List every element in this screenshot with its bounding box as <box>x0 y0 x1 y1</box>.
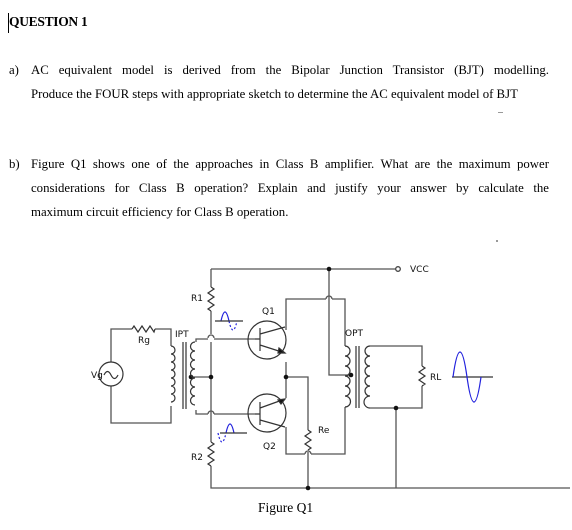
junction-dot <box>208 374 214 380</box>
output-transformer-opt <box>344 345 371 409</box>
waveform-q2-negative <box>217 432 227 443</box>
label-q2: Q2 <box>263 442 276 452</box>
waveform-q1-positive <box>220 311 230 322</box>
junction-dot <box>305 485 311 491</box>
waveform-q1-negative <box>228 320 238 331</box>
wire-q1-collector <box>285 298 346 346</box>
wire-crossover <box>207 334 215 339</box>
wire-q1-base <box>195 338 255 342</box>
wire-vg-bottom <box>110 386 172 424</box>
resistor-re <box>303 429 313 451</box>
ipt-primary-coil <box>170 345 176 403</box>
label-r1: R1 <box>191 294 203 304</box>
ipt-core <box>182 342 187 409</box>
label-rl: RL <box>430 373 441 383</box>
opt-core <box>355 346 360 408</box>
label-vcc: VCC <box>410 265 429 275</box>
label-opt: OPT <box>345 329 364 339</box>
wire-re-top <box>286 376 309 430</box>
junction-dot <box>326 266 332 272</box>
resistor-r2 <box>206 441 216 467</box>
figure-q1-schematic: VCC R1 R2 Rg Vg IPT OPT Q1 Q2 Re RL <box>91 265 570 491</box>
opt-secondary-coil <box>363 345 371 409</box>
resistor-r1 <box>206 286 216 312</box>
wire-rl-loop <box>370 345 423 409</box>
label-vg: Vg <box>91 371 103 381</box>
label-ipt: IPT <box>175 330 189 340</box>
label-re: Re <box>318 426 330 436</box>
resistor-rg <box>131 324 156 334</box>
ipt-secondary-coil <box>189 341 196 406</box>
transistor-q2-icon <box>247 393 287 433</box>
figure-caption: Figure Q1 <box>258 500 314 515</box>
wire-q2-collector <box>285 407 346 455</box>
resistor-rl <box>417 365 427 387</box>
junction-dot <box>393 405 399 411</box>
wire-ground-rail <box>210 466 570 489</box>
waveform-q2-positive <box>225 423 235 434</box>
label-r2: R2 <box>191 453 203 463</box>
input-transformer-ipt <box>170 341 196 409</box>
label-rg: Rg <box>138 336 150 346</box>
transistor-q1-icon <box>247 320 287 360</box>
wires <box>110 266 570 489</box>
junction-dot <box>283 374 289 380</box>
vcc-terminal <box>395 266 401 272</box>
wire-vcc-center-tap <box>328 269 350 376</box>
label-q1: Q1 <box>262 307 275 317</box>
wire-q2-base <box>195 410 255 415</box>
junction-dots <box>188 266 399 491</box>
